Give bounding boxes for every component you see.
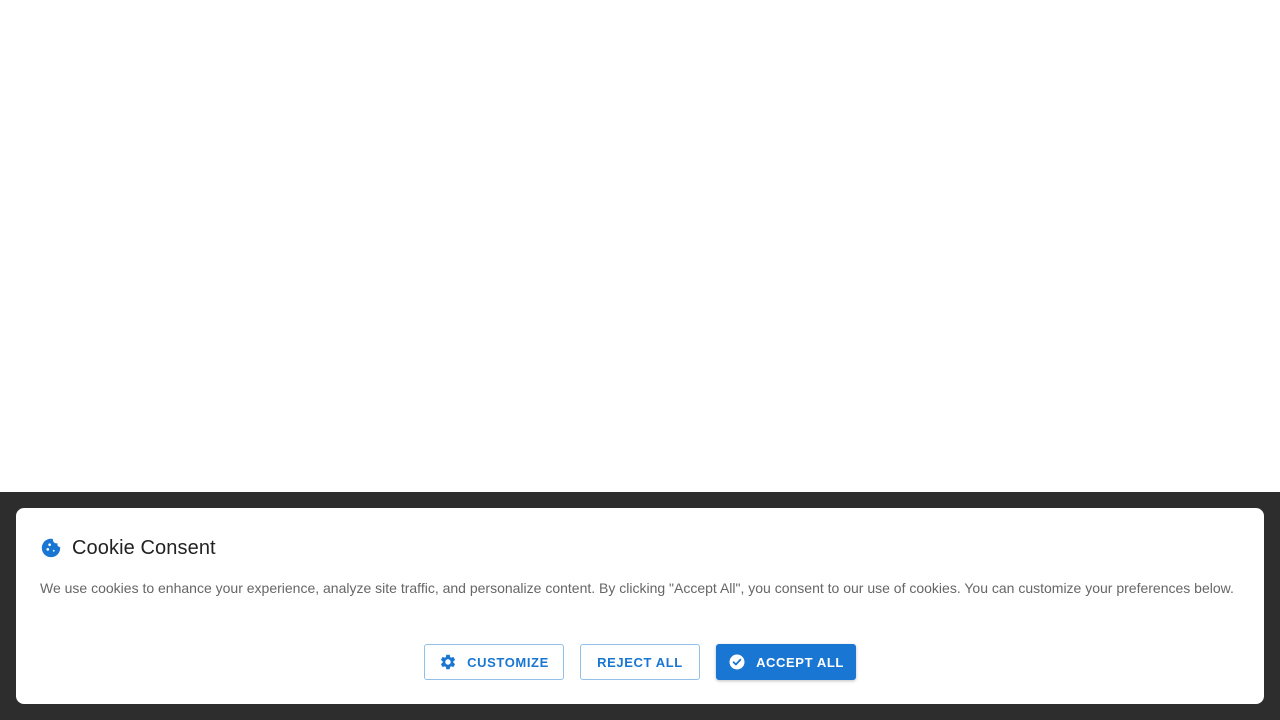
cookie-consent-banner: Cookie Consent We use cookies to enhance… (0, 492, 1280, 720)
consent-description: We use cookies to enhance your experienc… (40, 580, 1234, 596)
customize-button[interactable]: CUSTOMIZE (424, 644, 564, 680)
consent-header: Cookie Consent (40, 536, 1240, 560)
reject-all-button[interactable]: REJECT ALL (580, 644, 700, 680)
reject-all-button-label: REJECT ALL (597, 654, 683, 670)
customize-button-label: CUSTOMIZE (467, 654, 549, 670)
consent-title: Cookie Consent (72, 536, 216, 559)
cookie-icon (40, 537, 62, 559)
check-circle-icon (728, 653, 746, 671)
accept-all-button-label: ACCEPT ALL (756, 654, 844, 670)
accept-all-button[interactable]: ACCEPT ALL (716, 644, 856, 680)
cookie-consent-card: Cookie Consent We use cookies to enhance… (16, 508, 1264, 704)
consent-actions: CUSTOMIZE REJECT ALL ACCEPT ALL (16, 644, 1264, 680)
gear-icon (439, 653, 457, 671)
page: Cookie Consent We use cookies to enhance… (0, 0, 1280, 720)
